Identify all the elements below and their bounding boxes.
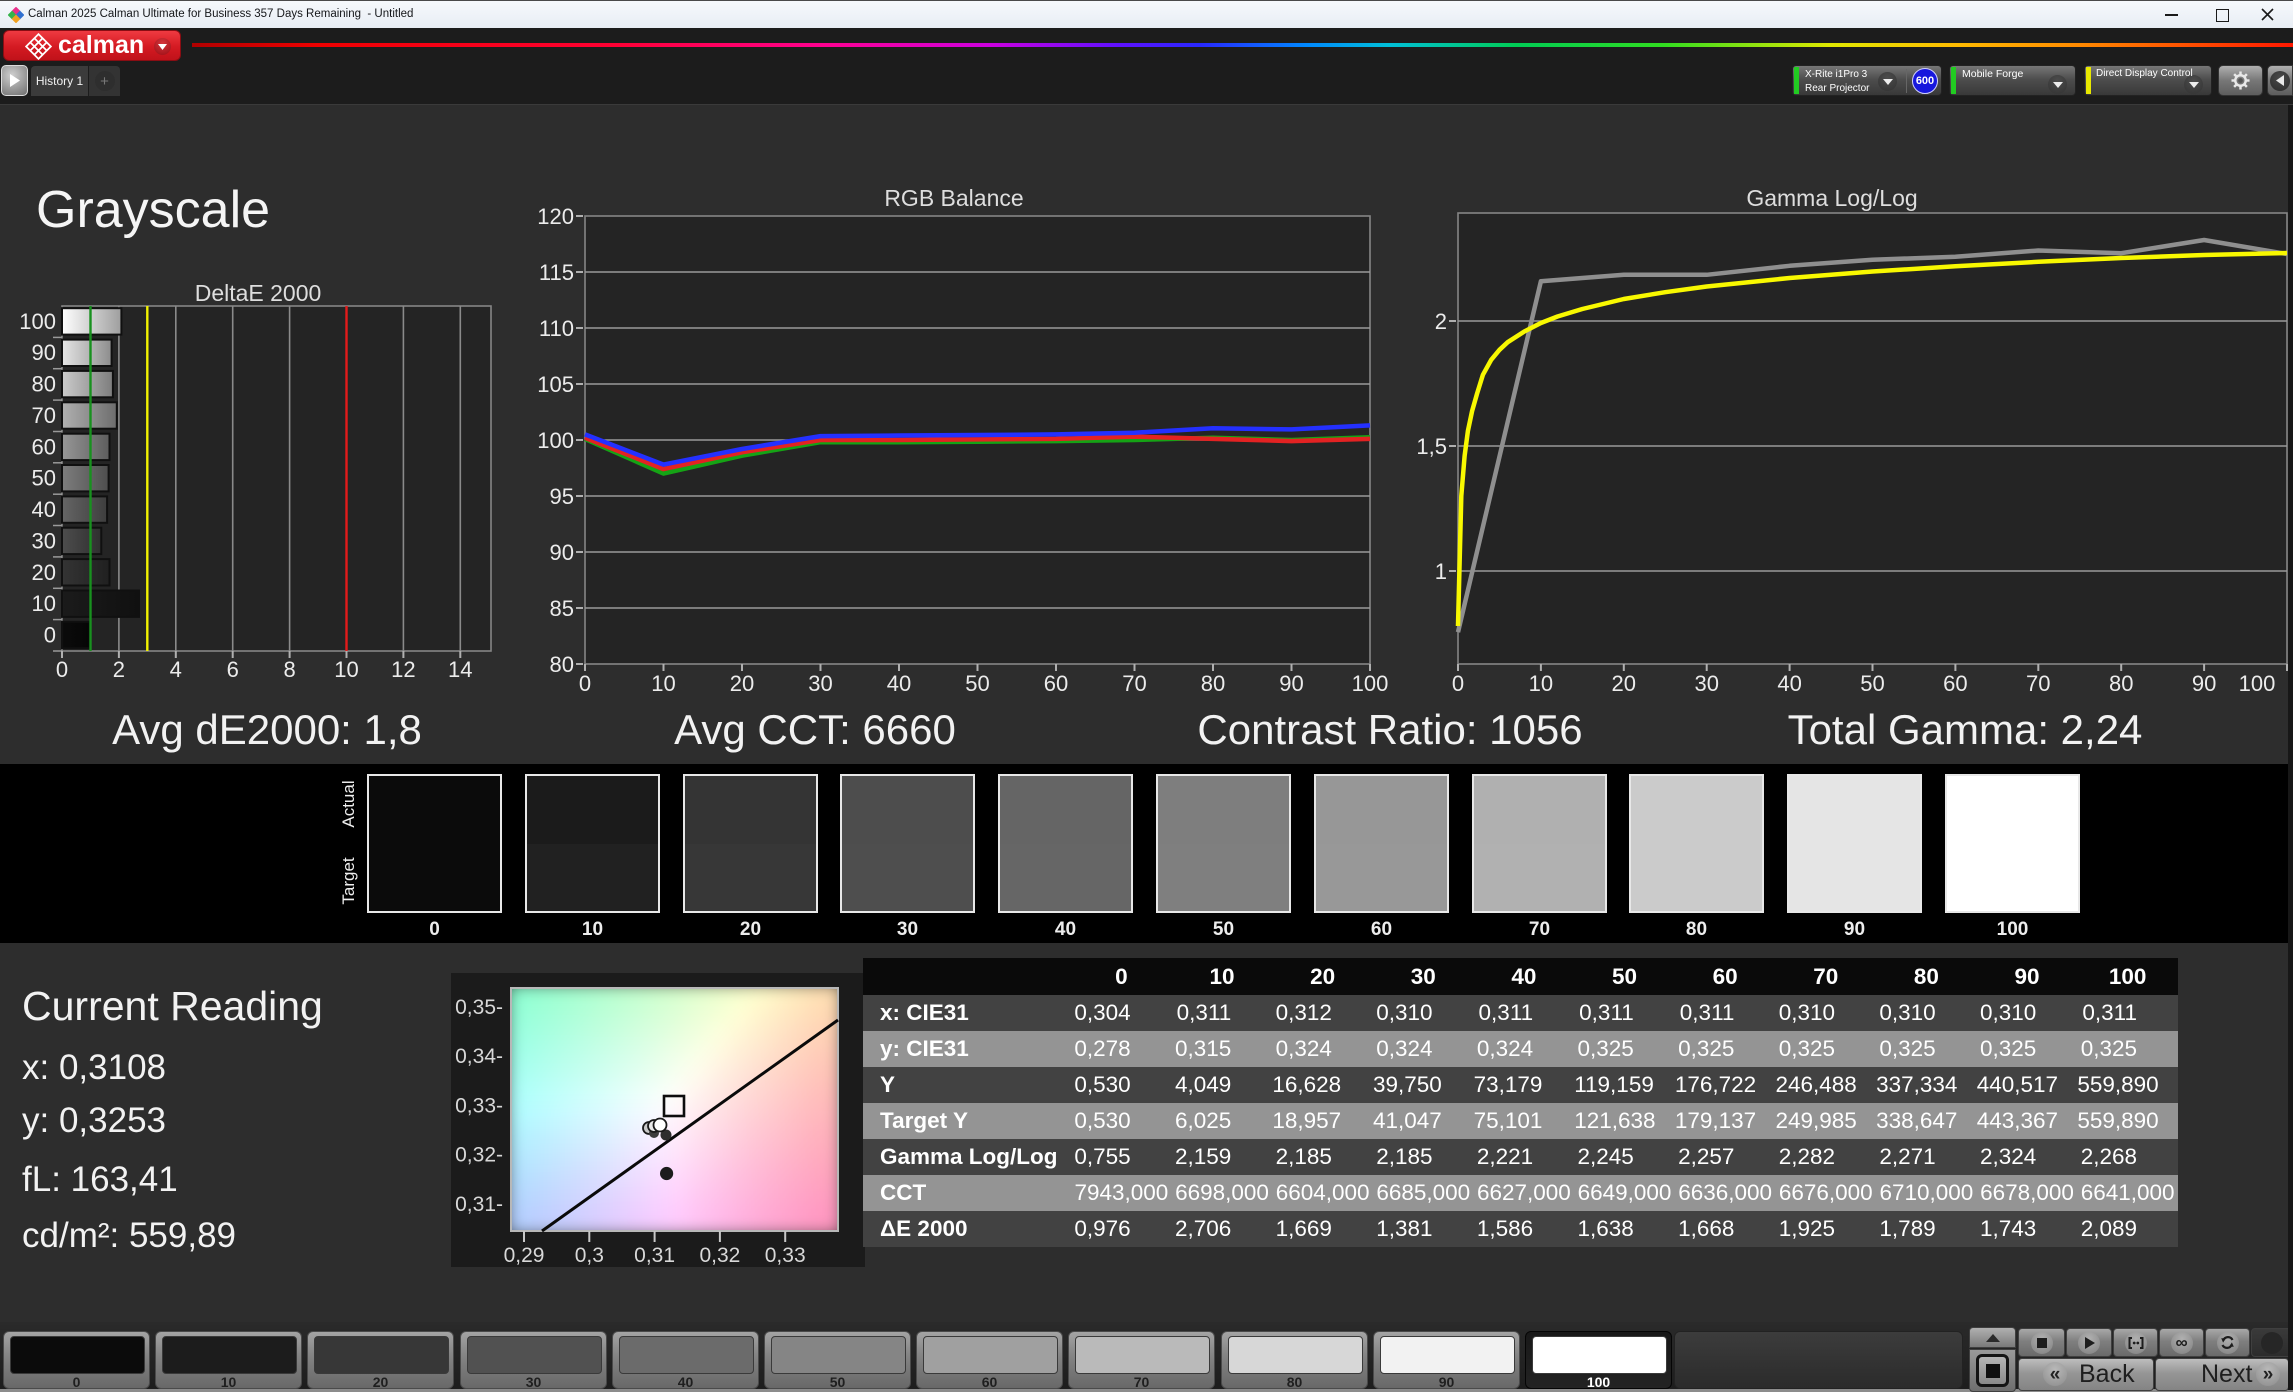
svg-text:10: 10 [1529, 671, 1553, 696]
svg-text:6: 6 [227, 657, 239, 682]
svg-text:10: 10 [334, 657, 358, 682]
svg-text:50: 50 [1860, 671, 1884, 696]
svg-text:70: 70 [32, 403, 56, 428]
svg-text:10: 10 [32, 591, 56, 616]
svg-text:10: 10 [651, 671, 675, 696]
svg-text:90: 90 [1279, 671, 1303, 696]
svg-text:90: 90 [2192, 671, 2216, 696]
svg-text:0,3: 0,3 [575, 1244, 604, 1267]
svg-text:70: 70 [2026, 671, 2050, 696]
svg-text:0,33-: 0,33- [455, 1095, 503, 1118]
svg-text:0,32-: 0,32- [455, 1144, 503, 1167]
svg-text:Total Gamma: 2,24: Total Gamma: 2,24 [1788, 706, 2143, 753]
svg-text:90: 90 [32, 340, 56, 365]
svg-text:30: 30 [808, 671, 832, 696]
svg-text:95: 95 [550, 484, 574, 509]
svg-text:14: 14 [448, 657, 472, 682]
svg-text:20: 20 [32, 560, 56, 585]
svg-text:Contrast Ratio: 1056: Contrast Ratio: 1056 [1197, 706, 1582, 753]
svg-text:30: 30 [1694, 671, 1718, 696]
svg-text:0,34-: 0,34- [455, 1045, 503, 1068]
svg-text:110: 110 [539, 316, 574, 341]
svg-text:40: 40 [32, 497, 56, 522]
svg-text:105: 105 [537, 372, 574, 397]
svg-text:80: 80 [1201, 671, 1225, 696]
svg-text:Avg CCT: 6660: Avg CCT: 6660 [674, 706, 956, 753]
svg-text:100: 100 [2239, 671, 2276, 696]
svg-text:115: 115 [539, 260, 574, 285]
svg-text:DeltaE 2000: DeltaE 2000 [195, 280, 322, 306]
svg-text:4: 4 [170, 657, 182, 682]
svg-text:30: 30 [32, 528, 56, 553]
svg-text:0,31: 0,31 [634, 1244, 675, 1267]
svg-text:60: 60 [32, 434, 56, 459]
svg-text:2: 2 [1435, 309, 1447, 334]
svg-text:0,35-: 0,35- [455, 996, 503, 1019]
svg-text:60: 60 [1044, 671, 1068, 696]
svg-text:0,31-: 0,31- [455, 1193, 503, 1216]
svg-text:50: 50 [32, 466, 56, 491]
svg-text:0,29: 0,29 [504, 1244, 545, 1267]
svg-text:70: 70 [1122, 671, 1146, 696]
svg-text:80: 80 [32, 372, 56, 397]
svg-text:85: 85 [550, 596, 574, 621]
svg-text:120: 120 [537, 204, 574, 229]
svg-text:0: 0 [44, 623, 56, 648]
svg-text:90: 90 [550, 540, 574, 565]
svg-text:40: 40 [887, 671, 911, 696]
svg-text:100: 100 [19, 309, 56, 334]
svg-text:1,5: 1,5 [1416, 434, 1447, 459]
svg-text:100: 100 [537, 428, 574, 453]
svg-text:80: 80 [2109, 671, 2133, 696]
svg-text:RGB Balance: RGB Balance [884, 185, 1023, 211]
svg-text:0,33: 0,33 [765, 1244, 806, 1267]
svg-text:50: 50 [965, 671, 989, 696]
svg-text:0: 0 [56, 657, 68, 682]
svg-text:Gamma Log/Log: Gamma Log/Log [1746, 185, 1917, 211]
svg-text:40: 40 [1777, 671, 1801, 696]
svg-text:80: 80 [550, 652, 574, 677]
svg-text:2: 2 [113, 657, 125, 682]
svg-text:Avg dE2000: 1,8: Avg dE2000: 1,8 [112, 706, 422, 753]
svg-text:1: 1 [1435, 559, 1447, 584]
svg-text:60: 60 [1943, 671, 1967, 696]
svg-text:100: 100 [1352, 671, 1389, 696]
svg-text:20: 20 [1612, 671, 1636, 696]
svg-text:8: 8 [283, 657, 295, 682]
svg-text:0: 0 [1452, 671, 1464, 696]
svg-text:0,32: 0,32 [699, 1244, 740, 1267]
svg-text:0: 0 [579, 671, 591, 696]
svg-text:12: 12 [391, 657, 415, 682]
svg-text:20: 20 [730, 671, 754, 696]
